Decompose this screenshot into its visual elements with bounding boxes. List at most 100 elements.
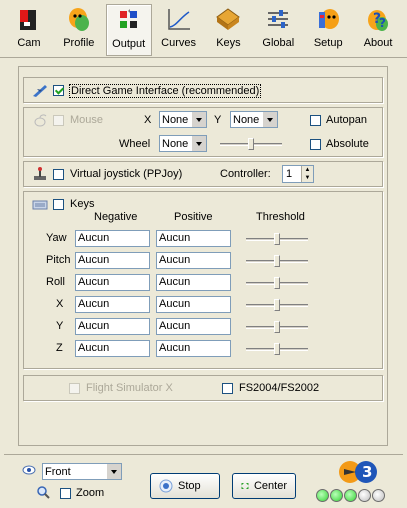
autopan-label: Autopan: [326, 114, 367, 126]
negative-key-field[interactable]: Aucun: [75, 274, 150, 291]
toolbar-global-button[interactable]: Global: [255, 4, 301, 56]
stop-button[interactable]: Stop: [150, 473, 220, 499]
output-settings-panel: Direct Game Interface (recommended) Mous…: [18, 66, 388, 446]
positive-key-field[interactable]: Aucun: [156, 252, 231, 269]
threshold-slider[interactable]: [246, 297, 308, 313]
status-led-icon: [372, 489, 385, 502]
mouse-checkbox[interactable]: [53, 115, 64, 126]
autopan-checkbox[interactable]: [310, 115, 321, 126]
status-led-icon: [316, 489, 329, 502]
toolbar-setup-button[interactable]: Setup: [305, 4, 351, 56]
dgi-checkbox[interactable]: [53, 85, 64, 96]
output-grid-icon: [119, 9, 137, 28]
setup-mask-icon: [319, 9, 340, 29]
stop-icon: [159, 479, 173, 493]
axis-label: Z: [56, 342, 63, 354]
mouse-x-select[interactable]: None: [159, 111, 207, 128]
slider-thumb[interactable]: [274, 277, 280, 289]
axis-label: X: [56, 298, 64, 310]
positive-key-field[interactable]: Aucun: [156, 318, 231, 335]
keys-group: Keys Negative Positive Threshold Yaw Auc…: [23, 191, 383, 369]
toolbar-cam-button[interactable]: Cam: [6, 4, 52, 56]
zoom-label: Zoom: [76, 487, 105, 499]
axis-label: Roll: [46, 276, 65, 288]
toolbar-keys-button[interactable]: Keys: [205, 4, 251, 56]
chevron-down-icon: [191, 136, 206, 151]
profile-mask-icon: [68, 8, 89, 31]
center-button[interactable]: Center: [232, 473, 296, 499]
negative-column-header: Negative: [94, 211, 138, 223]
keyboard-icon: [32, 200, 48, 210]
chevron-down-icon: [262, 112, 277, 127]
keys-checkbox[interactable]: [53, 199, 64, 210]
threshold-slider[interactable]: [246, 231, 308, 247]
status-led-icon: [344, 489, 357, 502]
magnifier-icon: [37, 486, 50, 499]
slider-thumb[interactable]: [274, 299, 280, 311]
negative-key-field[interactable]: Aucun: [75, 296, 150, 313]
positive-key-field[interactable]: Aucun: [156, 340, 231, 357]
positive-key-field[interactable]: Aucun: [156, 230, 231, 247]
slider-thumb[interactable]: [274, 233, 280, 245]
axis-label: Yaw: [46, 232, 67, 244]
controller-label: Controller:: [220, 168, 271, 180]
keys-icon: [216, 8, 241, 30]
mouse-y-select[interactable]: None: [230, 111, 278, 128]
version-badge-text: 3: [362, 463, 372, 481]
curves-chart-icon: [167, 9, 190, 30]
dgi-group: Direct Game Interface (recommended): [23, 77, 383, 103]
absolute-label: Absolute: [326, 138, 369, 150]
positive-key-field[interactable]: Aucun: [156, 296, 231, 313]
positive-column-header: Positive: [174, 211, 213, 223]
ppjoy-label: Virtual joystick (PPJoy): [70, 168, 183, 180]
threshold-slider[interactable]: [246, 319, 308, 335]
main-toolbar: Cam Profile Output Curves Keys Global Se…: [0, 0, 407, 58]
mouse-wheel-label: Wheel: [119, 138, 151, 150]
mouse-y-label: Y: [214, 114, 222, 126]
eye-icon: [22, 465, 36, 475]
negative-key-field[interactable]: Aucun: [75, 252, 150, 269]
positive-key-field[interactable]: Aucun: [156, 274, 231, 291]
camera-icon: [19, 10, 36, 30]
jet-plane-icon: [33, 85, 47, 97]
toolbar-output-button[interactable]: Output: [105, 4, 152, 56]
app-logo-icon: 3: [339, 461, 377, 483]
mouse-label: Mouse: [70, 114, 104, 126]
toolbar-curves-button[interactable]: Curves: [156, 4, 202, 56]
mouse-icon: [34, 114, 47, 127]
toolbar-profile-button[interactable]: Profile: [56, 4, 102, 56]
chevron-down-icon: [106, 464, 121, 479]
view-select[interactable]: Front: [42, 463, 122, 480]
negative-key-field[interactable]: Aucun: [75, 340, 150, 357]
slider-thumb[interactable]: [274, 255, 280, 267]
axis-label: Y: [56, 320, 64, 332]
slider-thumb[interactable]: [274, 343, 280, 355]
toolbar-about-button[interactable]: ?? About: [355, 4, 401, 56]
controller-spinner[interactable]: 1 ▲ ▼: [282, 165, 314, 183]
zoom-checkbox[interactable]: [60, 488, 71, 499]
slider-thumb[interactable]: [274, 321, 280, 333]
slider-thumb[interactable]: [248, 138, 254, 150]
threshold-slider[interactable]: [246, 253, 308, 269]
threshold-slider[interactable]: [246, 275, 308, 291]
mouse-wheel-slider[interactable]: [220, 136, 282, 152]
absolute-checkbox[interactable]: [310, 139, 321, 150]
status-led-icon: [330, 489, 343, 502]
status-leds: [316, 489, 386, 505]
fs2004-checkbox[interactable]: [222, 383, 233, 394]
fsx-checkbox[interactable]: [69, 383, 80, 394]
global-sliders-icon: [268, 10, 289, 28]
mouse-wheel-select[interactable]: None: [159, 135, 207, 152]
fs2004-label: FS2004/FS2002: [239, 382, 320, 394]
joystick-icon: [34, 167, 46, 180]
spinner-up-icon[interactable]: ▲: [302, 166, 313, 174]
ppjoy-checkbox[interactable]: [53, 169, 64, 180]
svg-text:?: ?: [379, 16, 386, 30]
negative-key-field[interactable]: Aucun: [75, 318, 150, 335]
about-question-icon: ??: [368, 10, 389, 31]
spinner-down-icon[interactable]: ▼: [302, 174, 313, 182]
negative-key-field[interactable]: Aucun: [75, 230, 150, 247]
axis-label: Pitch: [46, 254, 71, 266]
threshold-slider[interactable]: [246, 341, 308, 357]
chevron-down-icon: [191, 112, 206, 127]
